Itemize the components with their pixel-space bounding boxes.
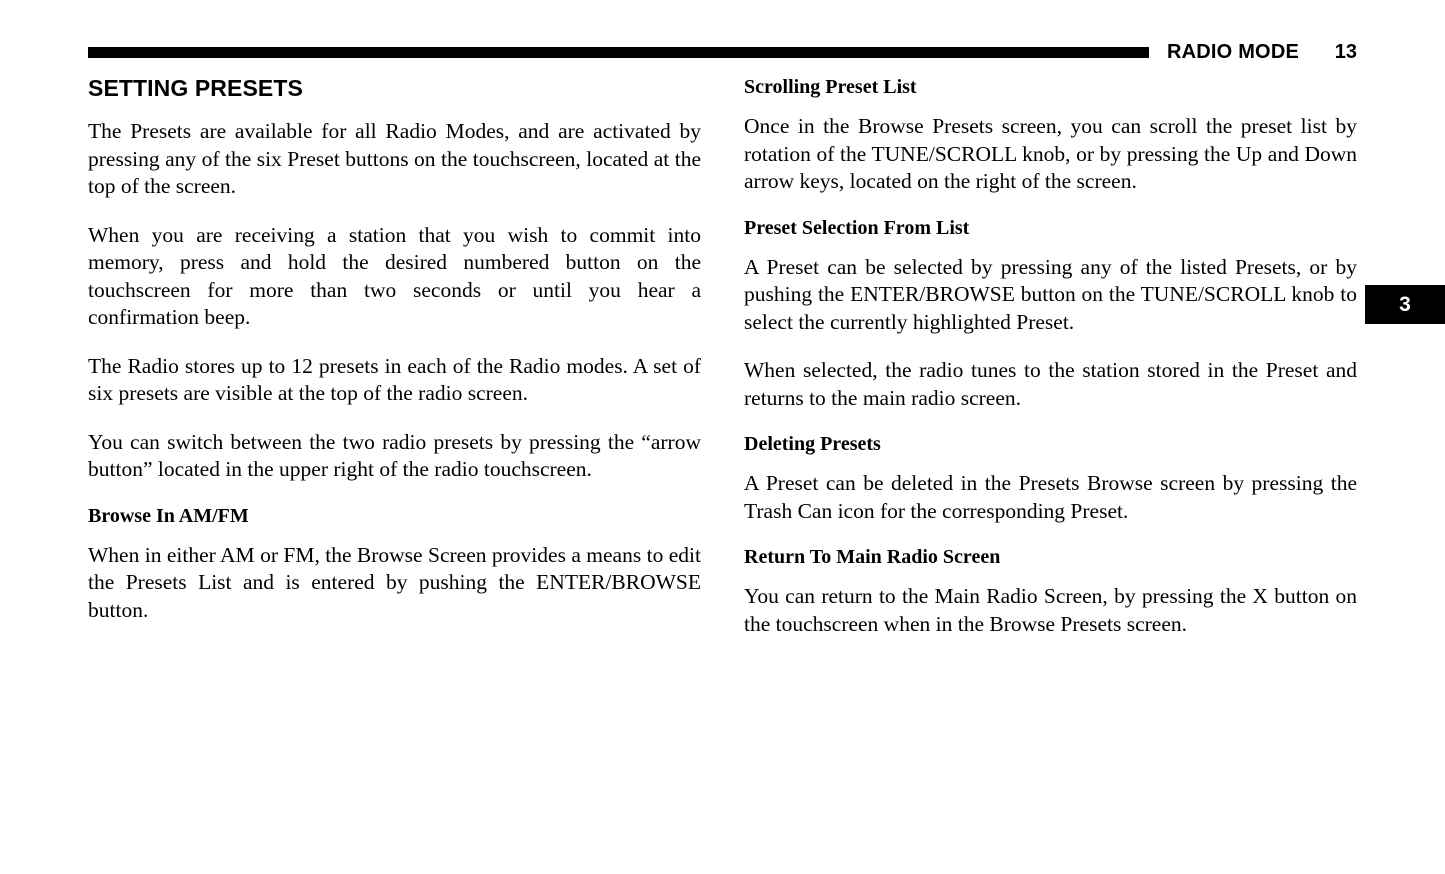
header-rule — [88, 46, 1149, 58]
chapter-tab-number: 3 — [1399, 293, 1411, 316]
paragraph: You can return to the Main Radio Screen,… — [744, 584, 1357, 636]
paragraph: Once in the Browse Presets screen, you c… — [744, 114, 1357, 193]
page-number: 13 — [1334, 41, 1357, 63]
page-title: SETTING PRESETS — [88, 75, 303, 101]
subheading-deleting-presets: Deleting Presets — [744, 433, 881, 455]
subheading-browse-in-am-fm: Browse In AM/FM — [88, 504, 249, 527]
left-column: SETTING PRESETS The Presets are availabl… — [88, 75, 701, 856]
page-header: RADIO MODE 13 — [88, 40, 1357, 64]
subheading-return-to-main-radio-screen: Return To Main Radio Screen — [744, 546, 1001, 568]
paragraph: You can switch between the two radio pre… — [88, 429, 701, 482]
subheading-preset-selection-from-list: Preset Selection From List — [744, 216, 970, 239]
subheading-scrolling-preset-list: Scrolling Preset List — [744, 76, 917, 98]
page-body: SETTING PRESETS The Presets are availabl… — [88, 75, 1357, 856]
right-column: Scrolling Preset List Once in the Browse… — [744, 76, 1357, 856]
paragraph: When selected, the radio tunes to the st… — [744, 358, 1357, 410]
paragraph: When you are receiving a station that yo… — [88, 222, 701, 330]
chapter-thumb-tab: 3 — [1365, 285, 1445, 324]
paragraph: When in either AM or FM, the Browse Scre… — [88, 542, 701, 622]
header-chapter-title: RADIO MODE — [1167, 41, 1299, 63]
paragraph: A Preset can be selected by pressing any… — [744, 254, 1357, 334]
paragraph: The Presets are available for all Radio … — [88, 119, 701, 199]
paragraph: A Preset can be deleted in the Presets B… — [744, 471, 1357, 523]
paragraph: The Radio stores up to 12 presets in eac… — [88, 353, 701, 406]
